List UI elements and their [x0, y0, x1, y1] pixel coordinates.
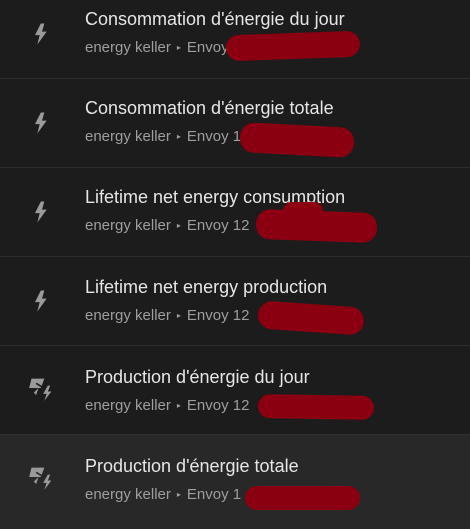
entity-name: Envoy 1	[186, 128, 242, 145]
entity-name: Envoy 12	[186, 307, 250, 324]
list-item-energy-production-today[interactable]: Production d'énergie du jour energy kell…	[0, 346, 470, 435]
entity-name: Envoy 1	[186, 486, 242, 503]
redaction-mark	[245, 486, 360, 510]
device-name: energy keller	[85, 307, 171, 324]
list-item-lifetime-net-consumption[interactable]: Lifetime net energy consumption energy k…	[0, 168, 470, 257]
list-item-energy-consumption-total[interactable]: Consommation d'énergie totale energy kel…	[0, 79, 470, 168]
item-subtitle: energy keller ▸ Envoy 1	[85, 128, 241, 145]
redaction-mark	[283, 202, 323, 220]
item-title: Consommation d'énergie du jour	[85, 9, 345, 29]
item-subtitle: energy keller ▸ Envoy 12	[85, 217, 249, 234]
chevron-right-icon: ▸	[176, 43, 181, 52]
chevron-right-icon: ▸	[176, 490, 181, 499]
redaction-mark	[225, 30, 361, 62]
list-item-energy-consumption-today[interactable]: Consommation d'énergie du jour energy ke…	[0, 0, 470, 79]
chevron-right-icon: ▸	[176, 221, 181, 230]
lightning-bolt-icon	[28, 109, 56, 137]
item-title: Production d'énergie totale	[85, 456, 299, 476]
device-name: energy keller	[85, 397, 171, 414]
item-subtitle: energy keller ▸ Envoy	[85, 39, 229, 56]
entity-name: Envoy	[186, 39, 229, 56]
entity-list: Consommation d'énergie du jour energy ke…	[0, 0, 470, 529]
solar-power-icon	[28, 374, 56, 402]
item-title: Lifetime net energy production	[85, 277, 328, 297]
redaction-mark	[239, 122, 355, 158]
chevron-right-icon: ▸	[176, 311, 181, 320]
device-name: energy keller	[85, 486, 171, 503]
device-name: energy keller	[85, 217, 171, 234]
entity-name: Envoy 12	[186, 217, 250, 234]
lightning-bolt-icon	[28, 20, 56, 48]
item-title: Consommation d'énergie totale	[85, 98, 334, 118]
item-subtitle: energy keller ▸ Envoy 12	[85, 307, 249, 324]
list-item-energy-production-total[interactable]: Production d'énergie totale energy kelle…	[0, 435, 470, 529]
solar-power-icon	[28, 463, 56, 491]
entity-name: Envoy 12	[186, 397, 250, 414]
item-subtitle: energy keller ▸ Envoy 1	[85, 486, 241, 503]
lightning-bolt-icon	[28, 287, 56, 315]
item-subtitle: energy keller ▸ Envoy 12	[85, 397, 249, 414]
lightning-bolt-icon	[28, 198, 56, 226]
device-name: energy keller	[85, 39, 171, 56]
device-name: energy keller	[85, 128, 171, 145]
chevron-right-icon: ▸	[176, 401, 181, 410]
chevron-right-icon: ▸	[176, 132, 181, 141]
item-title: Production d'énergie du jour	[85, 367, 310, 387]
redaction-mark	[257, 393, 375, 421]
redaction-mark	[257, 300, 365, 336]
list-item-lifetime-net-production[interactable]: Lifetime net energy production energy ke…	[0, 257, 470, 346]
